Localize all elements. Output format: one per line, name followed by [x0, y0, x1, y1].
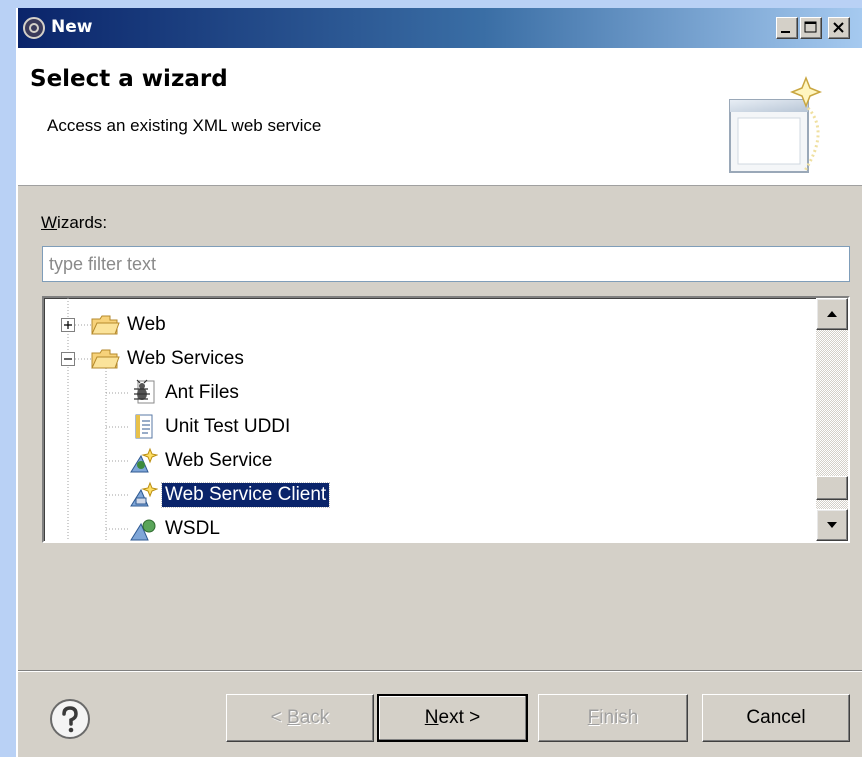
tree-item-unit-test-uddi[interactable]: Unit Test UDDI [128, 412, 293, 442]
maximize-button[interactable] [800, 17, 822, 39]
folder-icon [91, 349, 120, 369]
collapse-icon[interactable] [61, 352, 75, 366]
eclipse-icon [23, 17, 45, 39]
tree-item-web[interactable]: Web [90, 310, 169, 340]
web-service-client-icon [130, 481, 158, 507]
expand-icon[interactable] [61, 318, 75, 332]
next-button[interactable]: Next > [377, 694, 528, 742]
minimize-button[interactable] [776, 17, 798, 39]
tree-item-label: Web Service [165, 450, 273, 471]
filter-input[interactable] [42, 246, 850, 282]
tree-item-web-service-client[interactable]: Web Service Client [128, 480, 331, 510]
cancel-button[interactable]: Cancel [702, 694, 850, 742]
tree-item-label: Web Services [127, 348, 244, 369]
tree-item-label: Web [127, 314, 166, 335]
tree-item-label: WSDL [165, 518, 220, 539]
tree-item-web-services[interactable]: Web Services [90, 344, 247, 374]
window-title: New [51, 17, 93, 37]
wizards-label: Wizards: [41, 213, 108, 232]
web-service-icon [130, 447, 158, 473]
page-title: Select a wizard [30, 66, 228, 92]
footer-separator [18, 670, 862, 672]
finish-button[interactable]: Finish [538, 694, 688, 742]
close-icon [833, 22, 844, 33]
tree-item-wsdl[interactable]: WSDL [128, 514, 223, 541]
tree-item-label: Web Service Client [160, 482, 331, 508]
arrow-up-icon [827, 311, 837, 317]
ant-icon [134, 379, 155, 404]
tree-item-label: Ant Files [165, 382, 239, 403]
page-description: Access an existing XML web service [47, 116, 322, 135]
tree-item-ant-files[interactable]: Ant Files [128, 378, 242, 408]
document-icon [135, 414, 153, 439]
back-button[interactable]: < Back [226, 694, 374, 742]
new-wizard-dialog: New Select a wizard Access an existing X… [16, 8, 862, 757]
title-bar[interactable]: New [18, 8, 862, 48]
wsdl-icon [130, 519, 156, 541]
wizard-header: Select a wizard Access an existing XML w… [18, 48, 862, 186]
maximize-icon [804, 21, 817, 33]
tree-item-web-service[interactable]: Web Service [128, 446, 275, 476]
minimize-icon [781, 31, 790, 33]
close-button[interactable] [828, 17, 850, 39]
folder-icon [91, 315, 120, 335]
scroll-down-button[interactable] [816, 509, 848, 541]
wizard-tree[interactable]: Web Web Services Ant Files Unit Test UDD… [42, 296, 850, 543]
arrow-down-icon [827, 522, 837, 528]
help-icon[interactable] [49, 698, 91, 740]
scrollbar-thumb[interactable] [816, 476, 848, 500]
new-wizard-banner-icon [729, 75, 823, 173]
tree-item-label: Unit Test UDDI [165, 416, 291, 437]
scroll-up-button[interactable] [816, 298, 848, 330]
tree-scrollbar[interactable] [816, 298, 848, 541]
